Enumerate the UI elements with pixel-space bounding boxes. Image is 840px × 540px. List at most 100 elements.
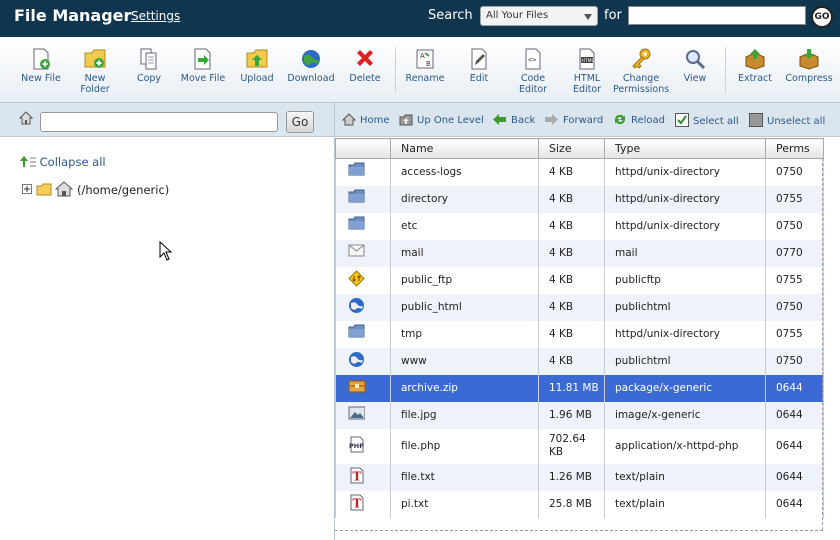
toolbar-button-compress[interactable]: Compress [781,46,837,84]
file-name-cell[interactable]: www [390,347,539,375]
file-name-cell[interactable]: file.php [390,428,539,464]
nav-reload-button[interactable]: Reload [613,113,665,126]
toolbar-button-copy[interactable]: Copy [121,46,177,84]
search-input[interactable] [628,6,806,25]
column-header-size[interactable]: Size [538,138,605,159]
file-name-cell[interactable]: pi.txt [390,490,539,518]
file-perms-cell[interactable]: 0750 [765,347,824,375]
file-icon-cell[interactable] [335,239,391,267]
globe-icon [349,352,364,367]
toolbar-button-download[interactable]: Download [283,46,339,84]
file-name-cell[interactable]: public_html [390,293,539,321]
tree-root-item[interactable]: (/home/generic) [22,181,169,197]
table-row[interactable]: Tpi.txt 25.8 MB text/plain 0644 [335,490,824,518]
toolbar-button-extract[interactable]: Extract [727,46,783,84]
text-icon: T [350,467,364,484]
mouse-cursor-icon [159,241,173,261]
file-name-cell[interactable]: file.txt [390,463,539,491]
file-name-cell[interactable]: directory [390,185,539,213]
toolbar-button-code-editor[interactable]: <> Code Editor [505,46,561,95]
column-header-type[interactable]: Type [604,138,766,159]
file-perms-cell[interactable]: 0750 [765,293,824,321]
search-scope-select[interactable]: All Your Files [480,6,598,26]
file-icon-cell[interactable] [335,185,391,213]
toolbar-button-permissions[interactable]: Change Permissions [613,46,669,95]
file-icon-cell[interactable] [335,293,391,321]
table-row[interactable]: www 4 KB publichtml 0750 [335,347,824,375]
file-icon-cell[interactable] [335,374,391,402]
table-row[interactable]: Tfile.txt 1.26 MB text/plain 0644 [335,463,824,491]
file-icon-cell[interactable] [335,266,391,294]
table-row[interactable]: mail 4 KB mail 0770 [335,239,824,267]
home-icon[interactable] [19,111,33,125]
table-row[interactable]: public_ftp 4 KB publicftp 0755 [335,266,824,294]
table-row[interactable]: etc 4 KB httpd/unix-directory 0750 [335,212,824,240]
file-perms-cell[interactable]: 0644 [765,490,824,518]
path-go-button[interactable]: Go [286,111,314,133]
toolbar-button-html-editor[interactable]: HTML HTML Editor [559,46,615,95]
settings-link[interactable]: Settings [131,9,180,23]
file-size-cell: 4 KB [538,320,605,348]
nav-back-button[interactable]: Back [492,113,535,126]
file-name-cell[interactable]: file.jpg [390,401,539,429]
unselect-all-button[interactable]: Unselect all [749,113,825,127]
file-icon-cell[interactable] [335,158,391,186]
toolbar-button-new-folder[interactable]: New Folder [67,46,123,95]
toolbar-button-edit[interactable]: Edit [451,46,507,84]
toolbar-button-new-file[interactable]: New File [13,46,69,84]
file-icon-cell[interactable]: T [335,463,391,491]
file-type-cell: application/x-httpd-php [604,428,766,464]
toolbar-button-upload[interactable]: Upload [229,46,285,84]
toolbar-button-label: Change Permissions [613,73,670,95]
file-perms-cell[interactable]: 0755 [765,266,824,294]
file-perms-cell[interactable]: 0770 [765,239,824,267]
collapse-all-button[interactable]: Collapse all [20,155,106,169]
file-perms-cell[interactable]: 0755 [765,185,824,213]
toolbar-button-move-file[interactable]: Move File [175,46,231,84]
file-perms-cell[interactable]: 0644 [765,374,824,402]
nav-up-button[interactable]: Up One Level [399,113,484,126]
column-header-perms[interactable]: Perms [765,138,824,159]
file-perms-cell[interactable]: 0750 [765,212,824,240]
file-icon-cell[interactable] [335,347,391,375]
table-row[interactable]: public_html 4 KB publichtml 0750 [335,293,824,321]
view-icon [686,50,706,70]
svg-text:A: A [420,52,425,60]
reload-icon [615,114,625,125]
toolbar-button-view[interactable]: View [667,46,723,84]
table-row[interactable]: file.jpg 1.96 MB image/x-generic 0644 [335,401,824,429]
select-all-button[interactable]: Select all [675,113,739,127]
file-icon-cell[interactable] [335,401,391,429]
file-name-cell[interactable]: tmp [390,320,539,348]
search-go-button[interactable]: GO [811,6,833,28]
file-perms-cell[interactable]: 0644 [765,401,824,429]
table-row[interactable]: access-logs 4 KB httpd/unix-directory 0750 [335,158,824,186]
table-row[interactable]: tmp 4 KB httpd/unix-directory 0755 [335,320,824,348]
file-icon-cell[interactable] [335,212,391,240]
file-icon-cell[interactable] [335,320,391,348]
file-name-cell[interactable]: access-logs [390,158,539,186]
toolbar-button-rename[interactable]: A B Rename [397,46,453,84]
file-perms-cell[interactable]: 0644 [765,428,824,464]
table-row[interactable]: PHP file.php 702.64 KB application/x-httpd-… [335,428,824,464]
search-label: Search [428,8,473,23]
table-row[interactable]: archive.zip 11.81 MB package/x-generic 0644 [335,374,824,402]
path-input[interactable] [40,112,278,132]
file-name-cell[interactable]: public_ftp [390,266,539,294]
nav-forward-button[interactable]: Forward [544,113,603,126]
file-name-cell[interactable]: etc [390,212,539,240]
column-header-name[interactable]: Name [390,138,539,159]
file-name-cell[interactable]: mail [390,239,539,267]
toolbar-button-delete[interactable]: Delete [337,46,393,84]
file-icon-cell[interactable]: T [335,490,391,518]
nav-home-button[interactable]: Home [341,113,390,126]
table-row[interactable]: directory 4 KB httpd/unix-directory 0755 [335,185,824,213]
file-perms-cell[interactable]: 0750 [765,158,824,186]
file-icon-cell[interactable]: PHP [335,428,391,464]
file-perms-cell[interactable]: 0644 [765,463,824,491]
mail-icon [348,244,365,257]
file-name-cell[interactable]: archive.zip [390,374,539,402]
file-perms-cell[interactable]: 0755 [765,320,824,348]
expand-plus-icon[interactable] [22,184,32,194]
file-type-cell: httpd/unix-directory [604,320,766,348]
